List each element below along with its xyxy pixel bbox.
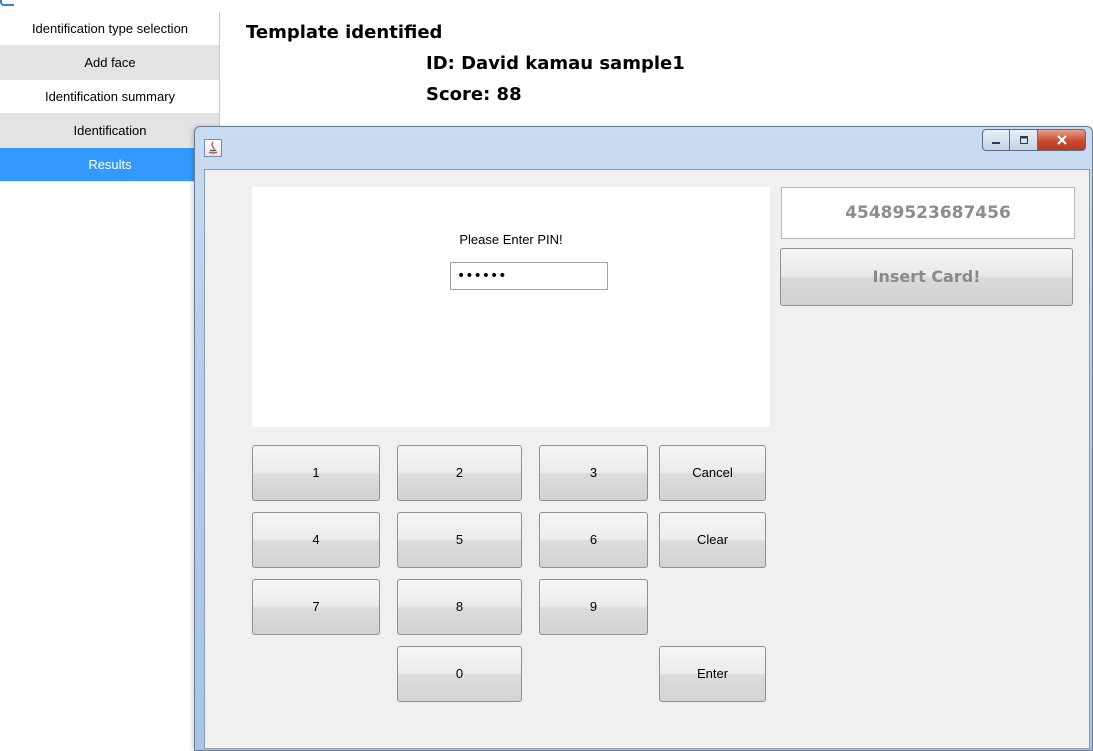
screen: Identification type selection Add face I… <box>0 0 1093 751</box>
card-number-field[interactable]: 45489523687456 <box>781 187 1075 239</box>
key-8-button[interactable]: 8 <box>397 579 522 635</box>
wizard-steps: Identification type selection Add face I… <box>0 12 220 182</box>
result-score: Score: 88 <box>426 84 522 105</box>
key-7-button[interactable]: 7 <box>252 579 380 635</box>
clear-button[interactable]: Clear <box>659 512 766 568</box>
key-0-button[interactable]: 0 <box>397 646 522 702</box>
step-identification[interactable]: Identification <box>0 114 220 148</box>
key-6-button[interactable]: 6 <box>539 512 648 568</box>
step-results[interactable]: Results <box>0 148 220 182</box>
minimize-icon[interactable] <box>982 129 1010 151</box>
step-identification-type-selection[interactable]: Identification type selection <box>0 12 220 46</box>
cancel-button[interactable]: Cancel <box>659 445 766 501</box>
key-3-button[interactable]: 3 <box>539 445 648 501</box>
key-9-button[interactable]: 9 <box>539 579 648 635</box>
corner-accent <box>0 0 14 6</box>
key-5-button[interactable]: 5 <box>397 512 522 568</box>
key-1-button[interactable]: 1 <box>252 445 380 501</box>
key-4-button[interactable]: 4 <box>252 512 380 568</box>
close-icon[interactable] <box>1038 129 1086 151</box>
maximize-icon[interactable] <box>1010 129 1038 151</box>
pin-panel: Please Enter PIN! •••••• <box>252 187 770 427</box>
step-add-face[interactable]: Add face <box>0 46 220 80</box>
pin-input[interactable]: •••••• <box>450 262 608 290</box>
step-identification-summary[interactable]: Identification summary <box>0 80 220 114</box>
insert-card-button[interactable]: Insert Card! <box>780 248 1073 306</box>
result-heading: Template identified <box>246 22 443 43</box>
key-2-button[interactable]: 2 <box>397 445 522 501</box>
java-icon[interactable] <box>204 139 222 157</box>
window-titlebar[interactable] <box>195 127 1092 167</box>
atm-window: Please Enter PIN! •••••• 45489523687456 … <box>194 126 1093 751</box>
window-controls <box>982 129 1086 153</box>
pin-prompt: Please Enter PIN! <box>459 232 563 247</box>
result-id: ID: David kamau sample1 <box>426 53 685 74</box>
enter-button[interactable]: Enter <box>659 646 766 702</box>
window-content: Please Enter PIN! •••••• 45489523687456 … <box>204 169 1090 749</box>
